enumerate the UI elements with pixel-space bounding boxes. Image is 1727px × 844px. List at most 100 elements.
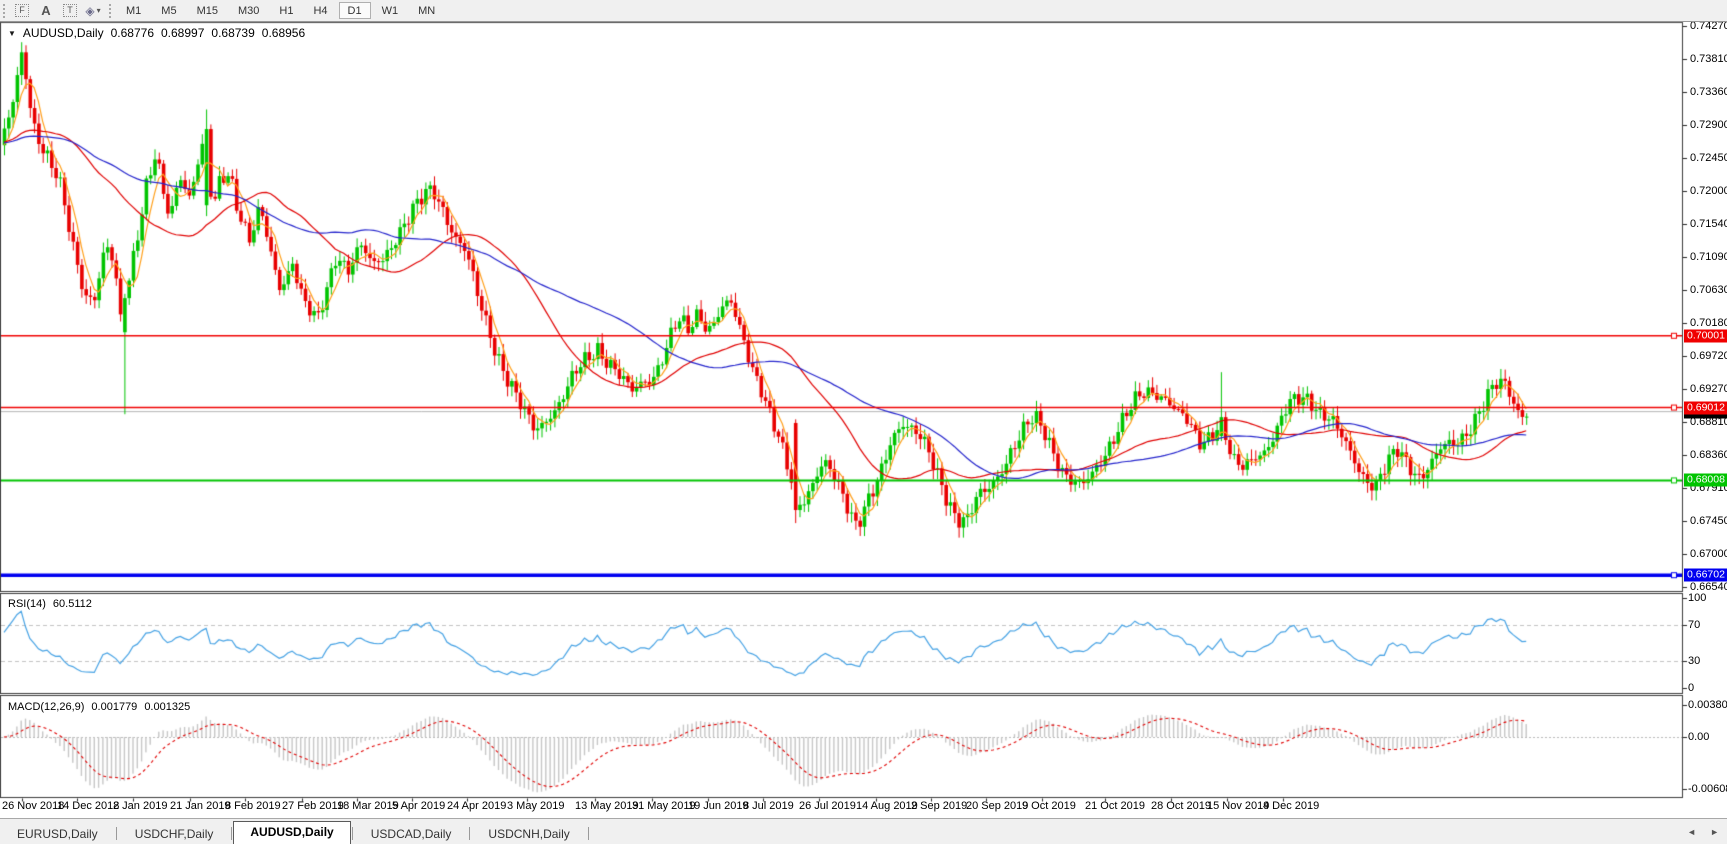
date-label[interactable]: 27 Feb 2019 — [282, 800, 344, 812]
date-label[interactable]: 9 Oct 2019 — [1022, 800, 1076, 812]
date-label[interactable]: 14 Aug 2019 — [856, 800, 918, 812]
tab-audusd-daily[interactable]: AUDUSD,Daily — [233, 821, 350, 844]
date-label[interactable]: 5 Apr 2019 — [392, 800, 445, 812]
crosshair-tool-button[interactable]: F — [10, 1, 34, 20]
date-label[interactable]: 2 Jan 2019 — [113, 800, 167, 812]
hline-price-label: 0.69012 — [1684, 401, 1727, 414]
text-tool-icon: T — [63, 4, 77, 17]
hline-price-label: 0.70001 — [1684, 329, 1727, 342]
shapes-tool-button[interactable]: ◈ ▾ — [82, 1, 106, 20]
date-label[interactable]: 26 Jul 2019 — [799, 800, 856, 812]
date-label[interactable]: 21 Jan 2019 — [170, 800, 231, 812]
toolbar-grip[interactable] — [3, 4, 5, 18]
date-label[interactable]: 18 Mar 2019 — [337, 800, 399, 812]
text-tool-button[interactable]: T — [58, 1, 82, 20]
timeframe-d1-button[interactable]: D1 — [339, 2, 371, 19]
price-axis-label: 0.70630 — [1690, 284, 1727, 296]
ohlc-high: 0.68997 — [161, 26, 204, 40]
chevron-down-icon: ▾ — [95, 6, 103, 15]
price-axis-label: 0.71090 — [1690, 251, 1727, 263]
price-chart-canvas[interactable] — [0, 0, 1727, 844]
date-label[interactable]: 19 Jun 2019 — [688, 800, 749, 812]
timeframe-m30-button[interactable]: M30 — [229, 2, 268, 19]
date-label[interactable]: 28 Oct 2019 — [1151, 800, 1211, 812]
price-axis-label: 0.73360 — [1690, 86, 1727, 98]
macd-indicator-name: MACD(12,26,9) — [8, 701, 84, 713]
tab-scroll-nav: ◄ ► — [1687, 827, 1719, 837]
price-axis-label: 0.73810 — [1690, 53, 1727, 65]
timeframe-h4-button[interactable]: H4 — [304, 2, 336, 19]
text-label-tool-button[interactable]: A — [34, 1, 58, 20]
toolbar-grip[interactable] — [109, 4, 111, 18]
toolbar: F A T ◈ ▾ M1M5M15M30H1H4D1W1MN — [0, 0, 1727, 22]
date-label[interactable]: 13 May 2019 — [575, 800, 639, 812]
rsi-indicator-value: 60.5112 — [53, 598, 92, 610]
ohlc-low: 0.68739 — [211, 26, 254, 40]
hline-price-label: 0.66702 — [1684, 569, 1727, 582]
price-axis-label: 0.67450 — [1690, 515, 1727, 527]
shapes-icon: ◈ — [85, 4, 94, 18]
date-label[interactable]: 24 Apr 2019 — [447, 800, 506, 812]
rsi-axis-label: 30 — [1688, 655, 1700, 667]
tab-scroll-left-icon[interactable]: ◄ — [1687, 827, 1696, 837]
price-axis-label: 0.72900 — [1690, 119, 1727, 131]
chart-title: ▼ AUDUSD,Daily 0.68776 0.68997 0.68739 0… — [8, 26, 305, 40]
macd-signal-value: 0.001325 — [144, 701, 190, 713]
price-axis-label: 0.72450 — [1690, 152, 1727, 164]
macd-axis-label: 0.003804 — [1688, 699, 1727, 711]
rsi-pane-label: RSI(14) 60.5112 — [8, 598, 92, 610]
mt-terminal-window: F A T ◈ ▾ M1M5M15M30H1H4D1W1MN ▼ AUDUSD,… — [0, 0, 1727, 844]
date-label[interactable]: 4 Dec 2019 — [1263, 800, 1319, 812]
symbol-tab-bar: EURUSD,DailyUSDCHF,DailyAUDUSD,DailyUSDC… — [0, 818, 1727, 844]
rsi-axis-label: 0 — [1688, 682, 1694, 694]
timeframe-mn-button[interactable]: MN — [409, 2, 444, 19]
price-axis-label: 0.70180 — [1690, 317, 1727, 329]
date-label[interactable]: 2 Sep 2019 — [911, 800, 967, 812]
macd-pane-label: MACD(12,26,9) 0.001779 0.001325 — [8, 701, 190, 713]
tab-separator — [588, 827, 589, 840]
tab-usdcnh-daily[interactable]: USDCNH,Daily — [471, 824, 586, 844]
chart-symbol: AUDUSD,Daily — [23, 26, 104, 40]
macd-main-value: 0.001779 — [91, 701, 137, 713]
timeframe-m15-button[interactable]: M15 — [188, 2, 227, 19]
date-label[interactable]: 15 Nov 2019 — [1207, 800, 1269, 812]
tab-separator — [231, 827, 232, 840]
crosshair-icon: F — [15, 4, 29, 17]
tab-separator — [352, 827, 353, 840]
rsi-axis-label: 100 — [1688, 592, 1706, 604]
date-label[interactable]: 20 Sep 2019 — [966, 800, 1028, 812]
date-label[interactable]: 31 May 2019 — [632, 800, 696, 812]
macd-axis-label: -0.006087 — [1688, 783, 1727, 795]
price-axis-label: 0.67000 — [1690, 548, 1727, 560]
hline-price-label: 0.68008 — [1684, 474, 1727, 487]
ohlc-close: 0.68956 — [262, 26, 305, 40]
timeframe-w1-button[interactable]: W1 — [373, 2, 408, 19]
timeframe-m1-button[interactable]: M1 — [117, 2, 150, 19]
text-label-icon: A — [41, 3, 50, 18]
date-label[interactable]: 26 Nov 2018 — [2, 800, 64, 812]
tab-scroll-right-icon[interactable]: ► — [1710, 827, 1719, 837]
price-axis-label: 0.72000 — [1690, 185, 1727, 197]
macd-axis-label: 0.00 — [1688, 731, 1709, 743]
rsi-indicator-name: RSI(14) — [8, 598, 46, 610]
tab-eurusd-daily[interactable]: EURUSD,Daily — [0, 824, 115, 844]
date-label[interactable]: 8 Feb 2019 — [225, 800, 281, 812]
price-axis-label: 0.71540 — [1690, 218, 1727, 230]
date-label[interactable]: 3 May 2019 — [507, 800, 564, 812]
timeframe-m5-button[interactable]: M5 — [152, 2, 185, 19]
ohlc-open: 0.68776 — [111, 26, 154, 40]
tab-usdchf-daily[interactable]: USDCHF,Daily — [118, 824, 231, 844]
tab-separator — [469, 827, 470, 840]
price-axis-label: 0.69720 — [1690, 350, 1727, 362]
date-label[interactable]: 8 Jul 2019 — [743, 800, 794, 812]
price-axis-label: 0.69270 — [1690, 383, 1727, 395]
timeframe-group: M1M5M15M30H1H4D1W1MN — [116, 2, 445, 19]
date-label[interactable]: 14 Dec 2018 — [57, 800, 119, 812]
date-label[interactable]: 21 Oct 2019 — [1085, 800, 1145, 812]
tab-usdcad-daily[interactable]: USDCAD,Daily — [354, 824, 469, 844]
price-axis-label: 0.68360 — [1690, 449, 1727, 461]
rsi-axis-label: 70 — [1688, 619, 1700, 631]
symbol-dropdown-marker-icon[interactable]: ▼ — [8, 29, 16, 38]
tab-separator — [116, 827, 117, 840]
timeframe-h1-button[interactable]: H1 — [270, 2, 302, 19]
